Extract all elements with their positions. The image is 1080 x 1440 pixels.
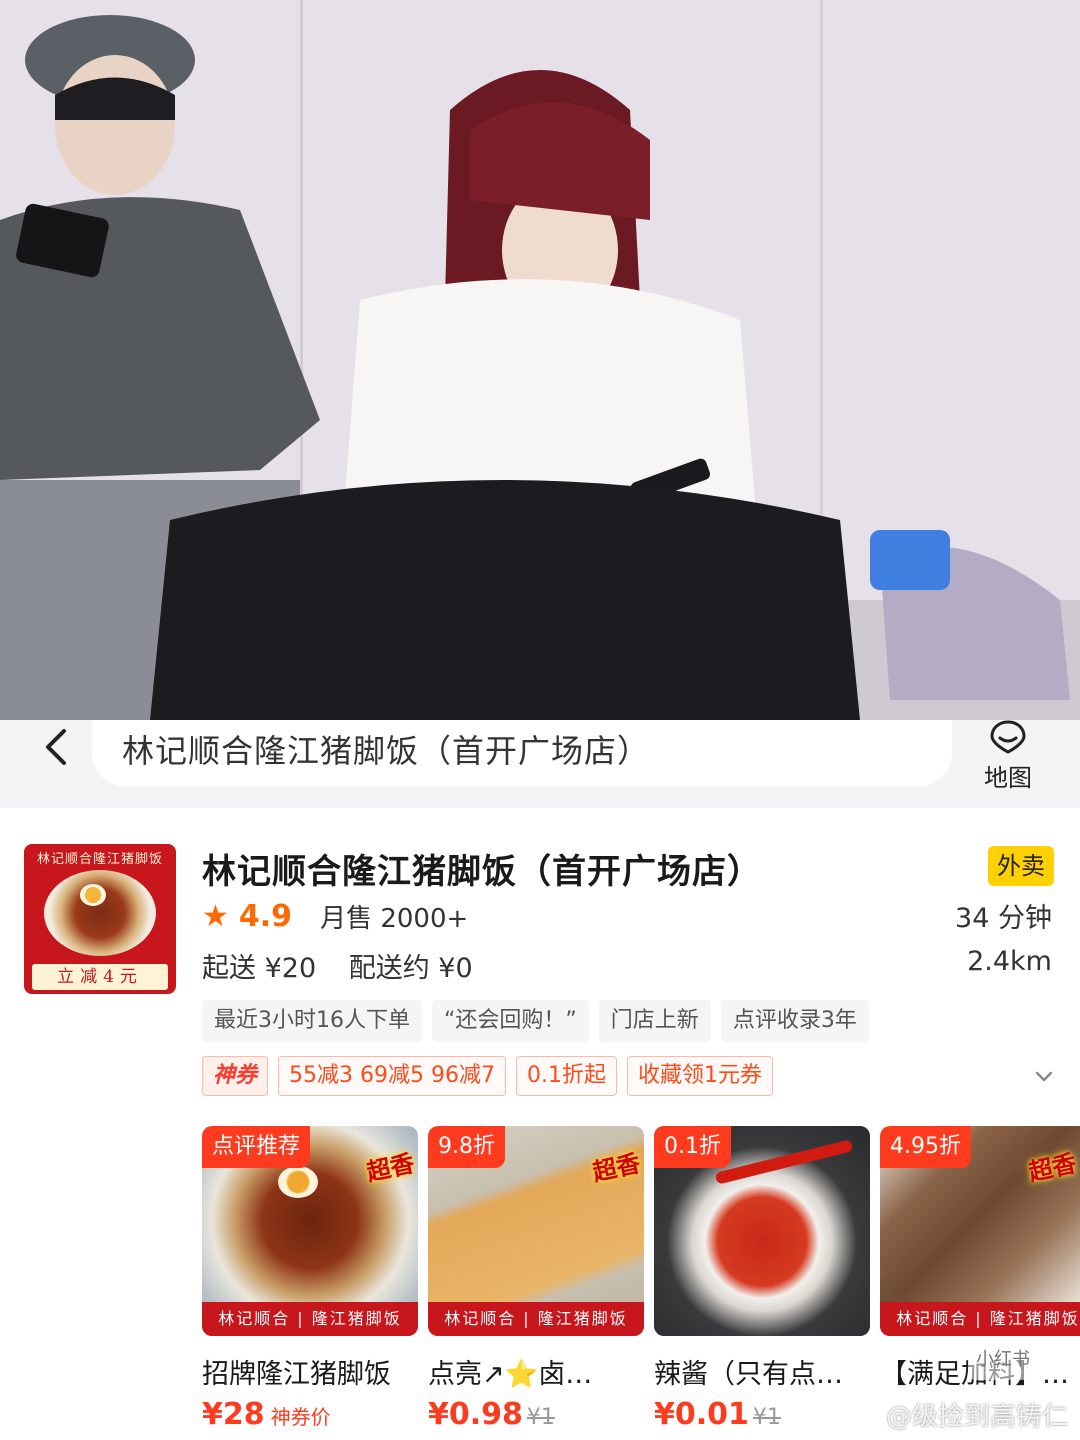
- coupon-row: 神券 55减3 69减5 96减7 0.1折起 收藏领1元券: [202, 1056, 773, 1096]
- dish-price: ¥0.98: [428, 1397, 523, 1432]
- logo-discount-banner: 立减4元: [32, 964, 168, 990]
- highlight-chips: 最近3小时16人下单 “还会回购！” 门店上新 点评收录3年: [202, 1000, 869, 1042]
- top-bar: 林记顺合隆江猪脚饭（首开广场店） 地图: [0, 720, 1080, 808]
- dish-price-row: ¥0.01 ¥1: [654, 1397, 870, 1432]
- map-button[interactable]: 地图: [976, 720, 1040, 792]
- favorite-coupon[interactable]: 收藏领1元券: [626, 1056, 773, 1096]
- store-rating: 4.9: [238, 898, 293, 934]
- discount-coupon[interactable]: 0.1折起: [515, 1056, 617, 1096]
- dish-stamp: 超香: [363, 1148, 417, 1187]
- dish-brand-strip: 林记顺合 | 隆江猪脚饭: [880, 1302, 1080, 1336]
- full-reduction-coupon[interactable]: 55减3 69减5 96减7: [278, 1056, 506, 1096]
- dish-price-note: 神券价: [270, 1405, 331, 1429]
- dish-card[interactable]: 0.1折 辣酱（只有点… ¥0.01 ¥1: [654, 1126, 870, 1432]
- dish-image: 9.8折 超香 林记顺合 | 隆江猪脚饭: [428, 1126, 644, 1336]
- dish-image: 4.95折 超香 林记顺合 | 隆江猪脚饭: [880, 1126, 1080, 1336]
- rating-row: ★ 4.9 月售 2000+: [202, 896, 468, 936]
- dish-stamp: 超香: [1025, 1148, 1079, 1187]
- takeout-tag: 外卖: [988, 846, 1054, 886]
- delivery-fee: 配送约 ¥0: [348, 953, 473, 984]
- egg-image: [278, 1166, 318, 1198]
- chevron-down-icon[interactable]: [1032, 1064, 1056, 1088]
- delivery-time: 34 分钟: [955, 903, 1052, 934]
- highlight-chip[interactable]: 最近3小时16人下单: [202, 1000, 422, 1042]
- dish-brand-strip: 林记顺合 | 隆江猪脚饭: [428, 1302, 644, 1336]
- highlight-chip[interactable]: 点评收录3年: [720, 1000, 869, 1042]
- dish-badge: 4.95折: [880, 1126, 971, 1168]
- star-icon: ★: [202, 898, 229, 934]
- back-arrow-icon: [46, 729, 66, 765]
- dish-badge: 9.8折: [428, 1126, 505, 1168]
- logo-egg-image: [80, 884, 106, 906]
- map-pin-icon: [990, 720, 1026, 754]
- dish-card[interactable]: 9.8折 超香 林记顺合 | 隆江猪脚饭 点亮↗⭐卤… ¥0.98 ¥1: [428, 1126, 644, 1432]
- store-name: 林记顺合隆江猪脚饭（首开广场店）: [202, 852, 762, 892]
- dish-original-price: ¥1: [526, 1405, 555, 1430]
- watermark-badge: 小红书: [968, 1340, 1038, 1380]
- dish-stamp: 超香: [589, 1148, 643, 1187]
- dish-price-row: ¥0.98 ¥1: [428, 1397, 644, 1432]
- dish-image: 0.1折: [654, 1126, 870, 1336]
- chili-image: [714, 1139, 854, 1185]
- logo-bowl-image: [44, 870, 156, 956]
- dish-image: 点评推荐 超香 林记顺合 | 隆江猪脚饭: [202, 1126, 418, 1336]
- highlight-chip[interactable]: “还会回购！”: [432, 1000, 589, 1042]
- search-query: 林记顺合隆江猪脚饭（首开广场店）: [122, 732, 651, 770]
- back-button[interactable]: [30, 722, 80, 772]
- dish-price-row: ¥28 神券价: [202, 1397, 418, 1432]
- fee-row: 起送 ¥20 配送约 ¥0: [202, 946, 473, 985]
- header-photo: [0, 0, 1080, 720]
- dish-price: ¥28: [202, 1397, 265, 1432]
- min-order: 起送 ¥20: [202, 953, 317, 984]
- watermark: @级捡到高铸仁: [885, 1402, 1068, 1432]
- dish-badge: 0.1折: [654, 1126, 731, 1168]
- logo-title: 林记顺合隆江猪脚饭: [36, 852, 163, 867]
- map-label: 地图: [984, 764, 1032, 792]
- highlight-chip[interactable]: 门店上新: [598, 1000, 711, 1042]
- god-coupon-tag[interactable]: 神券: [202, 1056, 269, 1096]
- dish-name: 辣酱（只有点…: [654, 1359, 843, 1390]
- dish-original-price: ¥1: [752, 1405, 781, 1430]
- dish-brand-strip: 林记顺合 | 隆江猪脚饭: [202, 1302, 418, 1336]
- monthly-sales: 月售 2000+: [320, 903, 469, 934]
- people-photo-illustration: [0, 0, 1080, 720]
- dish-name: 招牌隆江猪脚饭: [202, 1359, 391, 1390]
- distance: 2.4km: [967, 946, 1052, 977]
- dish-badge: 点评推荐: [202, 1126, 311, 1168]
- dish-price: ¥0.01: [654, 1397, 749, 1432]
- store-logo[interactable]: 林记顺合隆江猪脚饭 立减4元: [24, 844, 176, 994]
- search-box[interactable]: 林记顺合隆江猪脚饭（首开广场店）: [92, 720, 952, 786]
- dish-card[interactable]: 点评推荐 超香 林记顺合 | 隆江猪脚饭 招牌隆江猪脚饭 ¥28 神券价: [202, 1126, 418, 1432]
- dish-name: 点亮↗⭐卤…: [428, 1359, 593, 1390]
